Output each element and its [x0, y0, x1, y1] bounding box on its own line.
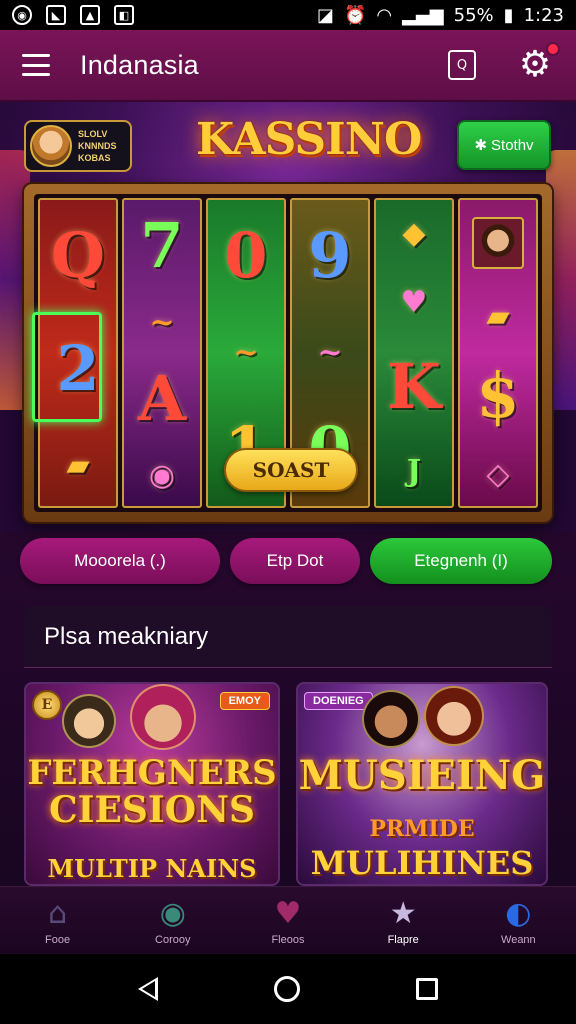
category-tabs: Mooorela (.) Etp Dot Etegnenh (I)	[20, 538, 556, 586]
game-badge: DOENIEG	[304, 692, 373, 710]
wifi-icon: ◠	[376, 4, 393, 26]
game-subtitle-line-2: MULIHINES	[310, 844, 534, 882]
notification-icon: ◧	[114, 5, 134, 25]
dollar-symbol: $	[476, 358, 520, 432]
menu-icon[interactable]	[22, 54, 50, 76]
star-icon: ★	[389, 895, 417, 931]
tab-2[interactable]: Etp Dot	[230, 538, 360, 584]
search-icon[interactable]: Q	[448, 50, 476, 80]
system-navigation-bar	[0, 954, 576, 1024]
winning-highlight	[32, 312, 102, 422]
dragon-symbol: ◆	[402, 216, 426, 252]
data-saver-icon: ◪	[316, 4, 334, 26]
profile-line-2: KNNNDS	[78, 141, 117, 151]
gallery-icon: ▲	[80, 5, 100, 25]
nav-label: Flapre	[387, 933, 419, 946]
reel-symbol: ~	[317, 334, 343, 370]
nav-label: Corooy	[155, 933, 191, 946]
nav-label: Fleoos	[271, 933, 305, 946]
section-title: Plsa meakniary	[44, 622, 209, 650]
character-art	[424, 686, 484, 746]
app-title: Indanasia	[80, 49, 199, 80]
clock: 1:23	[523, 4, 564, 26]
reel-symbol: 0	[224, 219, 268, 293]
recent-apps-icon[interactable]	[416, 978, 438, 1000]
section-header: Plsa meakniary	[24, 606, 552, 668]
battery-percent: 55%	[453, 4, 494, 26]
back-icon[interactable]	[138, 977, 158, 1001]
heart-symbol: ♥	[400, 284, 428, 320]
tab-1[interactable]: Mooorela (.)	[20, 538, 220, 584]
character-art	[362, 690, 420, 748]
nav-favorites[interactable]: ♥ Fleoos	[238, 896, 338, 946]
bottom-navigation: ⌂ Fooe ◉ Corooy ♥ Fleoos ★ Flapre ◐ Wean…	[0, 886, 576, 954]
status-bar: ◉ ◣ ▲ ◧ ◪ ⏰ ◠ ▂▄▆ 55% ▮ 1:23	[0, 0, 576, 30]
reel-symbol: 9	[308, 219, 352, 293]
chip-icon: ◉	[159, 895, 186, 931]
reel-symbol: J	[406, 453, 422, 489]
coin-icon: E	[32, 690, 62, 720]
settings-gear-icon[interactable]: ⚙	[516, 42, 560, 84]
reel-symbol: Q	[50, 219, 105, 293]
gold-bar-symbol: ▰	[486, 298, 510, 334]
status-right: ◪ ⏰ ◠ ▂▄▆ 55% ▮ 1:23	[317, 5, 564, 26]
reel-symbol: 7	[140, 209, 184, 283]
profile-chip-text: SLOLV KNNNDS KOBAS	[78, 128, 117, 164]
casino-logo: KASSINO	[196, 114, 422, 165]
game-badge: EMOY	[219, 692, 270, 710]
reel-symbol: ~	[233, 334, 259, 370]
tab-3[interactable]: Etegnenh (I)	[370, 538, 552, 584]
heart-icon: ♥	[274, 895, 302, 931]
profile-icon: ◐	[505, 895, 532, 931]
nav-featured[interactable]: ★ Flapre	[353, 896, 453, 946]
reel-symbol: A	[137, 362, 187, 436]
app-bar: Indanasia Q ⚙	[0, 30, 576, 102]
nav-label: Fooe	[45, 933, 71, 946]
signal-icon: ▂▄▆	[402, 4, 444, 26]
reel-symbol: K	[387, 350, 441, 424]
nav-profile[interactable]: ◐ Weann	[468, 896, 568, 946]
home-circle-icon[interactable]	[274, 976, 300, 1002]
bonus-button[interactable]: SOAST	[224, 448, 358, 492]
game-title-line-1: FERHGNERS	[27, 753, 277, 793]
character-portrait	[472, 216, 524, 269]
nfc-icon: ◣	[46, 5, 66, 25]
nav-category[interactable]: ◉ Corooy	[123, 896, 223, 946]
gold-bar-symbol: ▰	[66, 447, 90, 483]
hero-cta-button[interactable]: ✱ Stothv	[457, 120, 551, 170]
profile-line-1: SLOLV	[78, 129, 108, 139]
gem-symbol: ◇	[486, 456, 510, 492]
reel-5: ◆ ♥ K J	[374, 198, 454, 508]
profile-line-3: KOBAS	[78, 153, 111, 163]
alarm-icon: ⏰	[343, 4, 367, 26]
chip-icon: ✱	[474, 137, 488, 154]
game-subtitle: MULTIP NAINS	[47, 854, 257, 883]
game-card-2[interactable]: DOENIEG MUSIEING PRMIDE MULIHINES	[296, 682, 548, 886]
game-title-line-2: CIESIONS	[48, 789, 256, 831]
reel-symbol: ◉	[148, 457, 176, 493]
notification-dot	[546, 42, 560, 56]
reel-symbol: ~	[149, 304, 175, 340]
profile-chip[interactable]: SLOLV KNNNDS KOBAS	[24, 120, 132, 172]
character-art	[62, 694, 116, 748]
avatar	[30, 125, 72, 167]
battery-icon: ▮	[503, 4, 514, 26]
status-left-icons: ◉ ◣ ▲ ◧	[12, 5, 134, 25]
hero-cta-label: Stothv	[491, 136, 534, 154]
character-art	[130, 684, 196, 750]
game-card-1[interactable]: E EMOY FERHGNERS CIESIONS MULTIP NAINS	[24, 682, 280, 886]
reel-2: 7 ~ A ◉	[122, 198, 202, 508]
home-icon: ⌂	[48, 895, 68, 931]
nav-home[interactable]: ⌂ Fooe	[8, 896, 108, 946]
casino-app-screen: ◉ ◣ ▲ ◧ ◪ ⏰ ◠ ▂▄▆ 55% ▮ 1:23 Indanasia Q…	[0, 0, 576, 1024]
game-subtitle-line-1: PRMIDE	[369, 816, 475, 842]
game-title: MUSIEING	[298, 752, 546, 799]
nav-label: Weann	[501, 933, 536, 946]
reel-6: ▰ $ ◇	[458, 198, 538, 508]
whatsapp-icon: ◉	[12, 5, 32, 25]
